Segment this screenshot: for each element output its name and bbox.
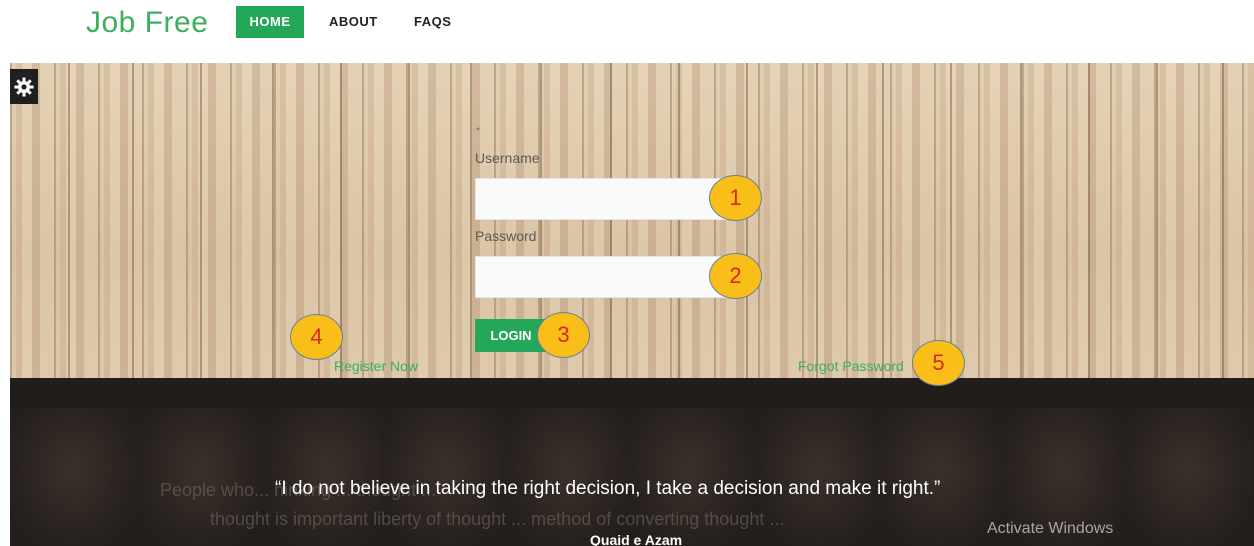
forgot-password-link[interactable]: Forgot Password	[798, 358, 904, 374]
username-input[interactable]	[476, 179, 744, 219]
annotation-badge-2: 2	[709, 253, 762, 299]
nav-about[interactable]: ABOUT	[329, 6, 378, 38]
settings-toggle[interactable]	[10, 69, 38, 104]
username-label: Username	[475, 150, 540, 166]
brand-logo[interactable]: Job Free	[86, 6, 208, 40]
username-field-wrapper	[475, 178, 745, 220]
register-now-link[interactable]: Register Now	[334, 358, 418, 374]
form-marker: *	[476, 126, 480, 137]
hero-wood-background	[10, 63, 1254, 378]
nav-home[interactable]: HOME	[236, 6, 304, 38]
password-label: Password	[475, 228, 537, 244]
gear-icon	[14, 77, 34, 97]
windows-watermark: Activate Windows	[987, 520, 1114, 537]
annotation-badge-1: 1	[709, 175, 762, 221]
navbar: Job Free HOME ABOUT FAQS	[0, 0, 1254, 63]
password-input[interactable]	[476, 257, 744, 297]
quote-section: People who... hinking ... thought ... th…	[10, 378, 1254, 546]
annotation-badge-4: 4	[290, 314, 343, 360]
quote-text: “I do not believe in taking the right de…	[275, 478, 941, 499]
password-field-wrapper	[475, 256, 745, 298]
quote-author: Quaid e Azam	[590, 532, 683, 546]
annotation-badge-5: 5	[912, 340, 965, 386]
nav-faqs[interactable]: FAQS	[414, 6, 451, 38]
annotation-badge-3: 3	[537, 312, 590, 358]
background-quote-line-2: thought is important liberty of thought …	[210, 509, 785, 529]
